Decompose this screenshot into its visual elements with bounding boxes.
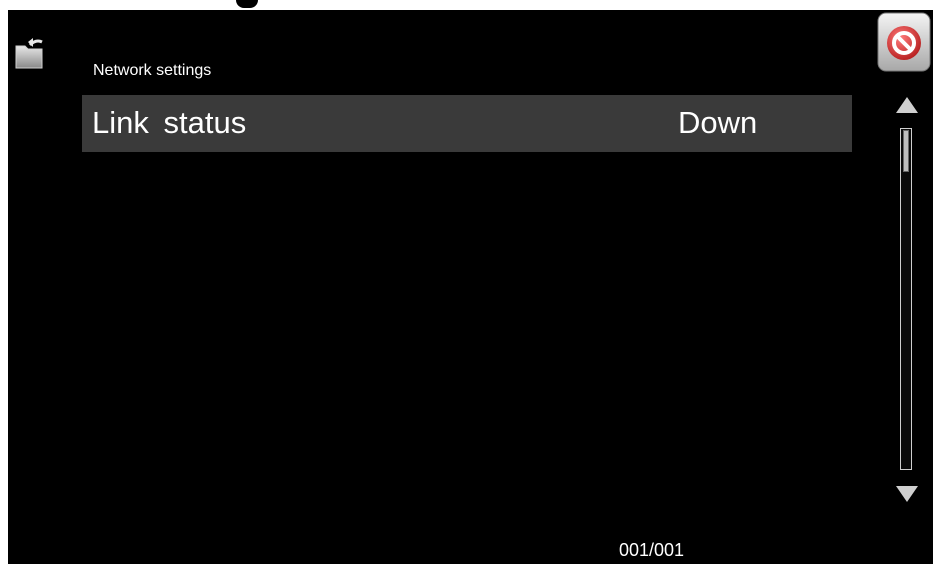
scrollbar-track[interactable] — [900, 128, 912, 470]
scroll-up-button[interactable] — [895, 96, 919, 114]
link-status-label: Link status — [92, 105, 247, 140]
back-folder-icon — [15, 38, 43, 69]
top-strip — [0, 0, 933, 10]
clipped-fragment — [236, 0, 258, 8]
triangle-up-icon — [896, 97, 918, 113]
link-status-row[interactable]: Link status Down — [82, 95, 852, 152]
link-status-value: Down — [678, 105, 758, 140]
triangle-down-icon — [896, 486, 918, 502]
page-counter: 001/001 — [619, 540, 685, 560]
screen: Network settings Link status Down 001/00… — [8, 10, 933, 564]
back-button[interactable] — [14, 36, 48, 70]
scrollbar-thumb[interactable] — [903, 130, 909, 172]
cancel-icon — [877, 12, 931, 72]
cancel-button[interactable] — [877, 12, 931, 72]
scroll-down-button[interactable] — [895, 485, 919, 503]
page-title: Network settings — [93, 62, 212, 79]
